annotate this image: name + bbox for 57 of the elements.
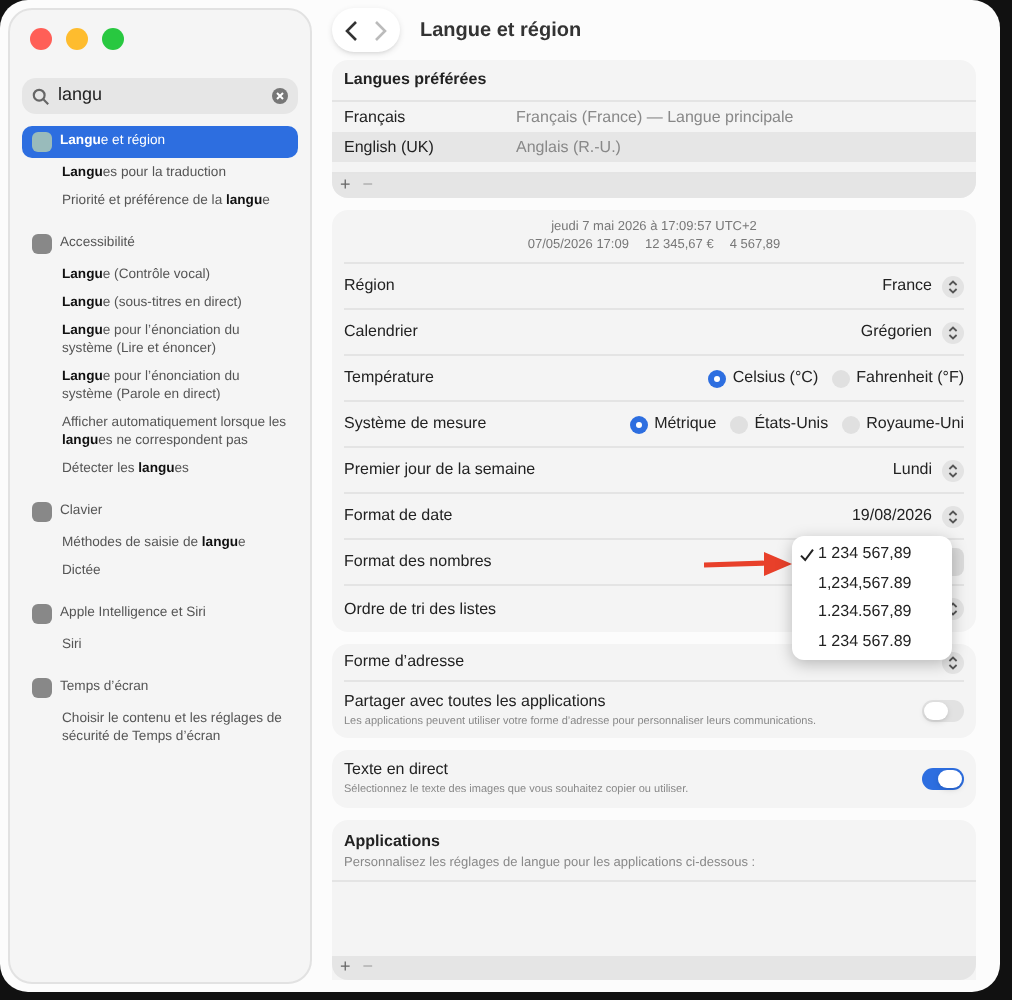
popup-button[interactable]: Grégorien [860,320,964,344]
stepper-icon[interactable] [942,651,964,673]
radio-button[interactable]: Royaume-Uni [842,412,964,436]
setting-label: Texte en direct [344,758,451,783]
settings-icon [32,234,52,254]
setting-label: Système de mesure [344,412,487,436]
setting-label: Forme d’adresse [344,650,465,674]
settings-icon [32,132,52,152]
toggle-switch[interactable] [922,699,964,722]
toggle-switch[interactable] [922,767,964,790]
popup-button[interactable]: Lundi [892,458,964,482]
popup-button[interactable]: 19/08/2026 [851,504,964,528]
section-title: Langues préférées [332,60,976,102]
language-row[interactable]: Français Français (France) — Langue principale [332,102,976,132]
menu-item[interactable]: 1,234,567.89 [792,569,952,598]
pointer-arrow [704,552,792,576]
setting-label: Calendrier [344,320,418,344]
radio-button[interactable]: États-Unis [730,412,829,436]
add-button[interactable]: + [340,954,351,982]
radio-button[interactable]: Métrique [630,412,717,436]
setting-label: Premier jour de la semaine [344,458,536,482]
language-description: Anglais (R.-U.) [516,135,621,159]
popup-button[interactable]: France [882,274,964,298]
setting-label: Ordre de tri des listes [344,597,497,621]
setting-label: Température [344,366,434,390]
language-description: Français (France) — Langue principale [516,105,794,129]
clear-icon[interactable] [272,88,288,104]
setting-label: Format de date [344,504,453,528]
section-title: Applications [344,829,443,853]
menu-item[interactable]: 1.234.567,89 [792,598,952,627]
stepper-icon[interactable] [942,321,964,343]
window-title: Langue et région [420,17,582,45]
search-field[interactable]: langu [22,78,298,114]
language-name: Français [344,105,408,129]
stepper-icon[interactable] [942,505,964,527]
back-icon[interactable] [344,19,358,41]
settings-icon [32,678,52,698]
setting-label: Région [344,274,395,298]
radio-button[interactable]: Fahrenheit (°F) [832,366,964,390]
close-button[interactable] [30,28,52,50]
setting-label: Partager avec toutes les applications [344,690,608,714]
stepper-icon[interactable] [942,459,964,481]
settings-icon [32,604,52,624]
menu-item[interactable]: 1 234 567,89 [792,540,952,569]
language-row[interactable]: English (UK) Anglais (R.-U.) [332,132,976,162]
radio-button[interactable]: Celsius (°C) [708,366,819,390]
checkmark-icon [800,547,814,562]
language-name: English (UK) [344,135,436,159]
menu-item[interactable]: 1 234 567.89 [792,627,952,656]
setting-label: Format des nombres [344,550,492,574]
radio-indicator[interactable] [630,415,649,433]
stepper-icon[interactable] [942,275,964,297]
search-icon [32,87,50,105]
radio-indicator[interactable] [708,369,727,387]
add-button[interactable]: + [340,172,351,200]
settings-icon [32,502,52,522]
search-input[interactable]: langu [58,82,264,110]
